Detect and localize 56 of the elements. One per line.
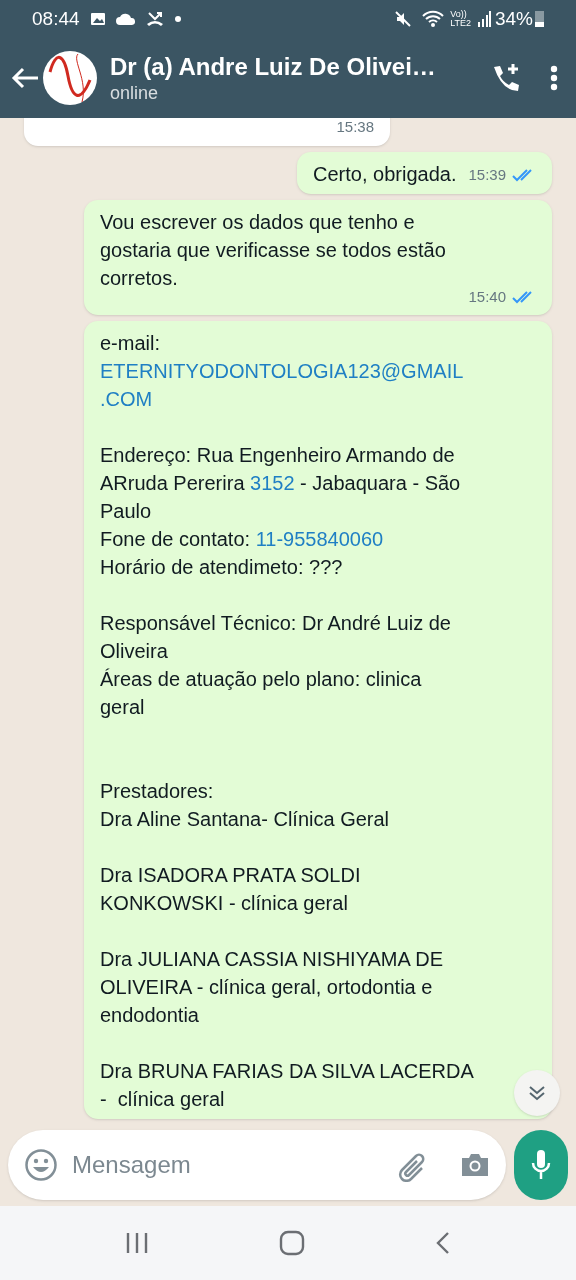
message-text: Horário de atendimeto: ??? xyxy=(100,554,344,580)
signal-icon xyxy=(476,11,491,27)
microphone-button[interactable] xyxy=(514,1130,568,1200)
cloud-icon xyxy=(115,13,136,25)
recent-apps-icon[interactable] xyxy=(125,1232,149,1254)
avatar-logo[interactable] xyxy=(42,50,98,106)
mute-icon xyxy=(394,10,413,28)
camera-icon[interactable] xyxy=(460,1152,490,1178)
message-text: Fone de contato: 11-955840060 xyxy=(100,526,385,552)
message-text: Paulo xyxy=(100,498,153,524)
message-text: Responsável Técnico: Dr André Luiz de xyxy=(100,610,452,636)
home-icon[interactable] xyxy=(279,1230,305,1256)
dot-icon xyxy=(173,15,182,23)
message-text: Certo, obrigada. xyxy=(313,162,457,187)
more-options-icon[interactable] xyxy=(550,65,558,91)
missed-call-icon xyxy=(145,11,164,27)
contact-name[interactable]: Dr (a) Andre Luiz De Olivei… xyxy=(110,52,490,82)
message-link[interactable]: .COM xyxy=(100,387,153,410)
message-text: ARruda Pererira 3152 - Jabaquara - São xyxy=(100,470,462,496)
emoji-icon[interactable] xyxy=(24,1148,58,1182)
back-arrow-icon[interactable] xyxy=(10,66,40,90)
message-text: - clínica geral xyxy=(100,1086,226,1112)
microphone-icon xyxy=(530,1149,552,1181)
wifi-icon xyxy=(422,10,445,28)
back-icon[interactable] xyxy=(435,1231,451,1255)
message-text: corretos. xyxy=(100,266,179,291)
message-time: 15:40 xyxy=(468,287,506,307)
status-time: 08:44 xyxy=(32,6,80,31)
message-text: Áreas de atuação pelo plano: clinica xyxy=(100,666,423,692)
message-time: 15:39 xyxy=(468,164,506,185)
message-text: Oliveira xyxy=(100,638,169,664)
message-link[interactable]: ETERNITYODONTOLOGIA123@GMAIL xyxy=(100,359,464,382)
message-text: endodontia xyxy=(100,1002,200,1028)
message-input-bar[interactable]: Mensagem xyxy=(8,1130,506,1200)
message-link[interactable]: 11-955840060 xyxy=(255,527,384,550)
message-text: Dra JULIANA CASSIA NISHIYAMA DE xyxy=(100,946,445,972)
message-link[interactable]: 3152 xyxy=(250,471,295,494)
message-text: e-mail: xyxy=(100,330,161,356)
message-text: Dra ISADORA PRATA SOLDI xyxy=(100,862,362,888)
message-text: Dra BRUNA FARIAS DA SILVA LACERDA xyxy=(100,1058,475,1084)
message-text: KONKOWSKI - clínica geral xyxy=(100,890,349,916)
message-text: Prestadores: xyxy=(100,778,215,804)
message-text: Endereço: Rua Engenheiro Armando de xyxy=(100,442,456,468)
contact-status: online xyxy=(110,82,160,104)
battery-percent: 34% xyxy=(494,6,533,31)
volte-label: Vo)) xyxy=(450,10,467,19)
message-text: gostaria que verificasse se todos estão xyxy=(100,238,447,263)
double-chevron-icon xyxy=(528,1084,546,1102)
message-text: OLIVEIRA - clínica geral, ortodontia e xyxy=(100,974,434,1000)
message-time: 15:38 xyxy=(336,118,374,137)
message-text: Dra Aline Santana- Clínica Geral xyxy=(100,806,391,832)
lte-label: LTE2 xyxy=(450,19,471,28)
gallery-icon xyxy=(89,12,106,26)
message-text: geral xyxy=(100,694,146,720)
message-text: Vou escrever os dados que tenho e xyxy=(100,210,416,235)
battery-icon xyxy=(535,11,544,27)
